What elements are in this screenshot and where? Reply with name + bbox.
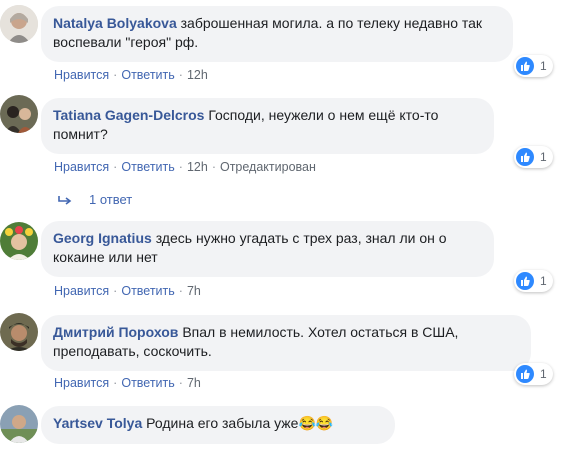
separator: · [178, 160, 183, 174]
replies-count: 1 ответ [89, 192, 133, 207]
avatar[interactable] [0, 405, 38, 443]
timestamp[interactable]: 12h [187, 160, 208, 174]
comment-author[interactable]: Yartsev Tolya [53, 415, 142, 431]
comment-bubble: Yartsev Tolya Родина его забыла уже😂😂 [41, 406, 395, 444]
reply-link[interactable]: Ответить [121, 376, 174, 390]
thumbs-up-icon [516, 272, 534, 290]
reaction-count[interactable]: 1 [514, 270, 553, 292]
separator: · [113, 376, 118, 390]
comment-text: Родина его забыла уже [146, 415, 299, 431]
timestamp[interactable]: 7h [187, 284, 201, 298]
comment-author[interactable]: Tatiana Gagen-Delcros [53, 107, 204, 123]
like-link[interactable]: Нравится [54, 68, 109, 82]
comment-bubble: Georg Ignatius здесь нужно угадать с тре… [41, 221, 494, 277]
reply-link[interactable]: Ответить [121, 68, 174, 82]
comment-actions: Нравится · Ответить · 7h [54, 284, 201, 298]
separator: · [113, 160, 118, 174]
avatar-photo-icon [0, 313, 38, 351]
reaction-number: 1 [540, 150, 547, 164]
separator: · [113, 68, 118, 82]
laughing-emoji-icon: 😂😂 [298, 415, 334, 431]
like-link[interactable]: Нравится [54, 160, 109, 174]
reaction-number: 1 [540, 59, 547, 73]
timestamp[interactable]: 12h [187, 68, 208, 82]
thumbs-up-icon [516, 365, 534, 383]
separator: · [178, 68, 183, 82]
thumbs-up-icon [516, 57, 534, 75]
thumbs-up-icon [516, 148, 534, 166]
separator: · [178, 376, 183, 390]
timestamp[interactable]: 7h [187, 376, 201, 390]
comment-actions: Нравится · Ответить · 12h [54, 68, 208, 82]
like-link[interactable]: Нравится [54, 284, 109, 298]
avatar[interactable] [0, 95, 38, 133]
edited-label[interactable]: Отредактирован [220, 160, 316, 174]
reaction-count[interactable]: 1 [514, 363, 553, 385]
comment-bubble: Natalya Bolyakova заброшенная могила. а … [41, 6, 513, 62]
separator: · [211, 160, 216, 174]
comment-actions: Нравится · Ответить · 12h · Отредактирован [54, 160, 316, 174]
view-replies-link[interactable]: 1 ответ [57, 192, 132, 207]
reaction-count[interactable]: 1 [514, 146, 553, 168]
comment-author[interactable]: Дмитрий Порохов [53, 324, 178, 340]
avatar-photo-icon [0, 5, 38, 43]
comment-bubble: Дмитрий Порохов Впал в немилость. Хотел … [41, 315, 531, 371]
avatar-photo-icon [0, 95, 38, 133]
reaction-number: 1 [540, 367, 547, 381]
reply-arrow-icon [58, 195, 72, 205]
reaction-number: 1 [540, 274, 547, 288]
separator: · [113, 284, 118, 298]
like-link[interactable]: Нравится [54, 376, 109, 390]
reply-link[interactable]: Ответить [121, 284, 174, 298]
comment-author[interactable]: Georg Ignatius [53, 230, 152, 246]
avatar[interactable] [0, 5, 38, 43]
comment-bubble: Tatiana Gagen-Delcros Господи, неужели о… [41, 98, 494, 154]
separator: · [178, 284, 183, 298]
avatar-photo-icon [0, 222, 38, 260]
avatar[interactable] [0, 222, 38, 260]
avatar[interactable] [0, 313, 38, 351]
reply-link[interactable]: Ответить [121, 160, 174, 174]
comment-author[interactable]: Natalya Bolyakova [53, 15, 177, 31]
comment-actions: Нравится · Ответить · 7h [54, 376, 201, 390]
avatar-photo-icon [0, 405, 38, 443]
reaction-count[interactable]: 1 [514, 55, 553, 77]
